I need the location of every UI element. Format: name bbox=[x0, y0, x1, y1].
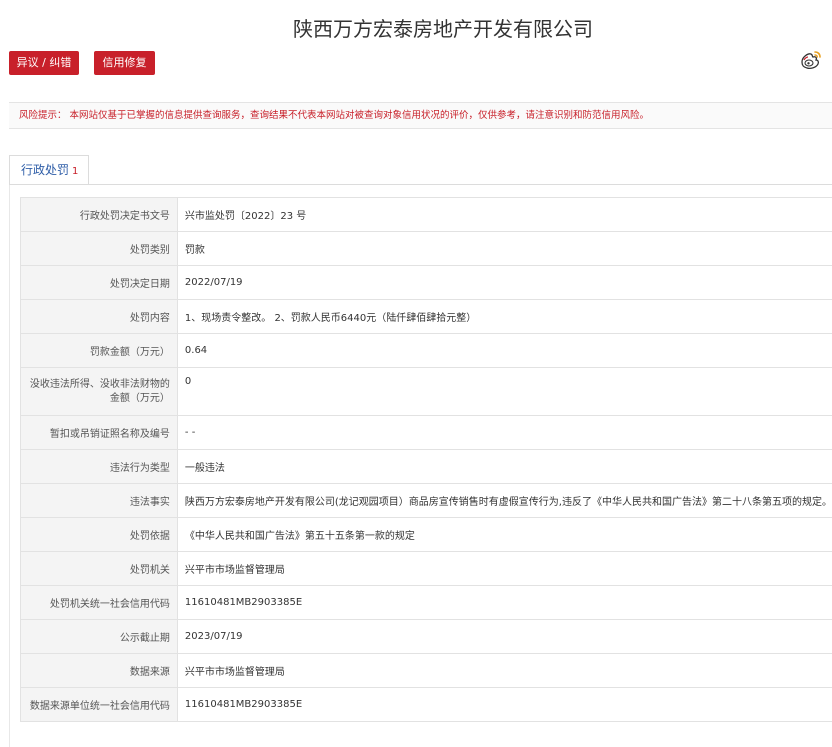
row-label: 公示截止期 bbox=[20, 619, 178, 654]
row-label: 处罚决定日期 bbox=[20, 265, 178, 300]
row-value: 2022/07/19 bbox=[176, 265, 832, 300]
tab-label: 行政处罚 bbox=[21, 163, 70, 177]
row-value: 兴市监处罚〔2022〕23 号 bbox=[176, 197, 832, 232]
row-value: 11610481MB2903385E bbox=[176, 687, 832, 722]
row-label: 处罚机关统一社会信用代码 bbox=[20, 585, 178, 620]
row-value: 1、现场责令整改。 2、罚款人民币6440元（陆仟肆佰肆拾元整） bbox=[176, 299, 832, 334]
table-row: 数据来源单位统一社会信用代码 11610481MB2903385E bbox=[20, 687, 832, 722]
row-label: 行政处罚决定书文号 bbox=[20, 197, 178, 232]
row-label: 处罚类别 bbox=[20, 231, 178, 266]
dispute-button[interactable]: 异议 / 纠错 bbox=[9, 51, 79, 75]
tab-administrative-penalty[interactable]: 行政处罚 1 bbox=[9, 155, 89, 185]
risk-notice: 风险提示： 本网站仅基于已掌握的信息提供查询服务，查询结果不代表本网站对被查询对… bbox=[9, 102, 832, 129]
row-value: 兴平市市场监督管理局 bbox=[176, 653, 832, 688]
table-row: 处罚依据 《中华人民共和国广告法》第五十五条第一款的规定 bbox=[20, 517, 832, 552]
row-value: 0.64 bbox=[176, 333, 832, 368]
weibo-icon[interactable] bbox=[799, 49, 823, 71]
row-label: 罚款金额（万元） bbox=[20, 333, 178, 368]
row-value: 《中华人民共和国广告法》第五十五条第一款的规定 bbox=[176, 517, 832, 552]
table-row: 处罚内容 1、现场责令整改。 2、罚款人民币6440元（陆仟肆佰肆拾元整） bbox=[20, 299, 832, 334]
table-row: 违法行为类型 一般违法 bbox=[20, 449, 832, 484]
row-value: - - bbox=[176, 415, 832, 450]
row-label: 数据来源 bbox=[20, 653, 178, 688]
table-row: 没收违法所得、没收非法财物的金额（万元） 0 bbox=[20, 367, 832, 416]
page-title: 陕西万方宏泰房地产开发有限公司 bbox=[293, 17, 593, 41]
row-value: 兴平市市场监督管理局 bbox=[176, 551, 832, 586]
row-label: 没收违法所得、没收非法财物的金额（万元） bbox=[20, 367, 178, 416]
row-value: 11610481MB2903385E bbox=[176, 585, 832, 620]
row-value: 2023/07/19 bbox=[176, 619, 832, 654]
row-label: 违法事实 bbox=[20, 483, 178, 518]
row-label: 处罚依据 bbox=[20, 517, 178, 552]
credit-repair-button[interactable]: 信用修复 bbox=[94, 51, 155, 75]
tab-count-badge: 1 bbox=[72, 166, 79, 177]
table-row: 公示截止期 2023/07/19 bbox=[20, 619, 832, 654]
table-row: 罚款金额（万元） 0.64 bbox=[20, 333, 832, 368]
row-value: 陕西万方宏泰房地产开发有限公司(龙记观园项目）商品房宣传销售时有虚假宣传行为,违… bbox=[176, 483, 832, 518]
row-label: 数据来源单位统一社会信用代码 bbox=[20, 687, 178, 722]
row-value: 0 bbox=[176, 367, 832, 416]
row-value: 一般违法 bbox=[176, 449, 832, 484]
penalty-detail-table: 行政处罚决定书文号 兴市监处罚〔2022〕23 号 处罚类别 罚款 处罚决定日期… bbox=[20, 197, 832, 722]
table-row: 处罚类别 罚款 bbox=[20, 231, 832, 266]
row-label: 暂扣或吊销证照名称及编号 bbox=[20, 415, 178, 450]
table-row: 数据来源 兴平市市场监督管理局 bbox=[20, 653, 832, 688]
row-label: 违法行为类型 bbox=[20, 449, 178, 484]
row-label: 处罚内容 bbox=[20, 299, 178, 334]
table-row: 处罚机关 兴平市市场监督管理局 bbox=[20, 551, 832, 586]
table-row: 处罚机关统一社会信用代码 11610481MB2903385E bbox=[20, 585, 832, 620]
table-row: 行政处罚决定书文号 兴市监处罚〔2022〕23 号 bbox=[20, 197, 832, 232]
row-value: 罚款 bbox=[176, 231, 832, 266]
table-row: 处罚决定日期 2022/07/19 bbox=[20, 265, 832, 300]
table-row: 违法事实 陕西万方宏泰房地产开发有限公司(龙记观园项目）商品房宣传销售时有虚假宣… bbox=[20, 483, 832, 518]
row-label: 处罚机关 bbox=[20, 551, 178, 586]
table-row: 暂扣或吊销证照名称及编号 - - bbox=[20, 415, 832, 450]
